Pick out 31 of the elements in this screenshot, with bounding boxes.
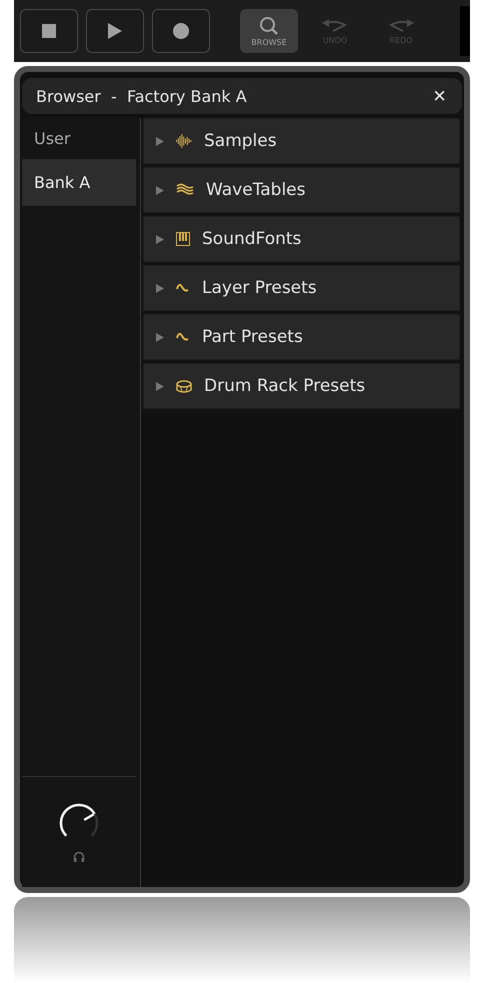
category-label: Part Presets <box>202 327 303 347</box>
stop-icon <box>42 24 56 38</box>
waveform-icon <box>176 134 192 148</box>
category-row[interactable]: Drum Rack Presets <box>143 363 460 409</box>
category-label: Samples <box>204 131 277 151</box>
drum-icon <box>176 379 192 393</box>
record-icon <box>173 23 189 39</box>
category-row[interactable]: WaveTables <box>143 167 460 213</box>
category-label: Layer Presets <box>202 278 317 298</box>
headphones-icon <box>73 851 85 863</box>
category-label: SoundFonts <box>202 229 302 249</box>
search-icon <box>259 16 279 36</box>
category-row[interactable]: Layer Presets <box>143 265 460 311</box>
undo-icon <box>321 18 349 34</box>
panel-edge <box>460 6 470 56</box>
category-row[interactable]: SoundFonts <box>143 216 460 262</box>
wave-stack-icon <box>176 183 194 197</box>
category-label: Drum Rack Presets <box>204 376 366 396</box>
keyboard-icon <box>176 232 190 246</box>
sidebar-item[interactable]: Bank A <box>22 160 136 206</box>
play-icon <box>108 23 122 39</box>
category-row[interactable]: Samples <box>143 118 460 164</box>
category-row[interactable]: Part Presets <box>143 314 460 360</box>
browser-title: Browser - Factory Bank A <box>36 86 247 106</box>
close-button[interactable]: × <box>429 83 450 109</box>
redo-icon <box>387 18 415 34</box>
category-label: WaveTables <box>206 180 306 200</box>
play-button[interactable] <box>86 9 144 53</box>
record-button[interactable] <box>152 9 210 53</box>
browse-button[interactable]: BROWSE <box>240 9 298 53</box>
stop-button[interactable] <box>20 9 78 53</box>
